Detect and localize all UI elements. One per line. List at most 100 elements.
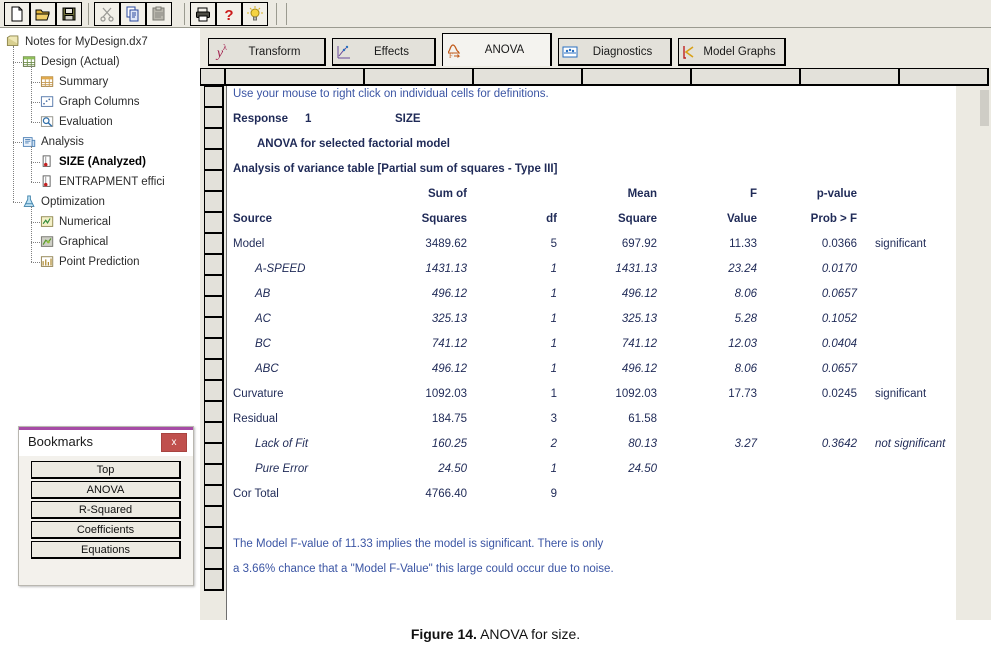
row-header-24[interactable]	[204, 569, 224, 591]
row-header-11[interactable]	[204, 296, 224, 318]
tree-trunk-level2-a	[31, 66, 32, 122]
row-header-12[interactable]	[204, 317, 224, 339]
response-line: Response1SIZE	[227, 113, 957, 138]
cell-mean-square: 496.12	[622, 288, 657, 300]
cell-mean-square: 496.12	[622, 363, 657, 375]
help-question-icon[interactable]: ?	[216, 2, 242, 26]
table-row[interactable]: Lack of Fit160.25280.133.270.3642not sig…	[227, 438, 957, 463]
bookmark-r-squared[interactable]: R-Squared	[31, 501, 181, 519]
row-header-13[interactable]	[204, 338, 224, 360]
bookmark-equations[interactable]: Equations	[31, 541, 181, 559]
tip-lightbulb-icon[interactable]	[242, 2, 268, 26]
table-row[interactable]: Residual184.75361.58	[227, 413, 957, 438]
anova-subtitle: ANOVA for selected factorial model	[227, 138, 957, 163]
table-row[interactable]: Curvature1092.0311092.0317.730.0245signi…	[227, 388, 957, 413]
save-disk-icon[interactable]	[56, 2, 82, 26]
table-row[interactable]: Cor Total4766.409	[227, 488, 957, 513]
row-header-14[interactable]	[204, 359, 224, 381]
table-row[interactable]: AC325.131325.135.280.1052	[227, 313, 957, 338]
analysis-tabs: yλTransformEffectsFANOVADiagnosticsModel…	[200, 28, 991, 70]
tree-root-node[interactable]: Notes for MyDesign.dx7	[6, 32, 148, 52]
scrollbar-thumb[interactable]	[980, 90, 989, 126]
column-header-6[interactable]	[691, 68, 801, 86]
column-header-2[interactable]	[225, 68, 365, 86]
copy-icon[interactable]	[120, 2, 146, 26]
graphical-icon	[40, 235, 55, 249]
row-header-1[interactable]	[204, 86, 224, 108]
vertical-scrollbar[interactable]	[977, 86, 991, 620]
bookmark-top[interactable]: Top	[31, 461, 181, 479]
bookmark-coefficients[interactable]: Coefficients	[31, 521, 181, 539]
bookmark-anova[interactable]: ANOVA	[31, 481, 181, 499]
table-row[interactable]: A-SPEED1431.1311431.1323.240.0170	[227, 263, 957, 288]
column-header-8[interactable]	[899, 68, 989, 86]
row-header-10[interactable]	[204, 275, 224, 297]
cell-df: 2	[551, 438, 557, 450]
graph-columns-icon	[40, 95, 55, 109]
print-icon[interactable]	[190, 2, 216, 26]
svg-text:?: ?	[224, 7, 233, 22]
row-header-20[interactable]	[204, 485, 224, 507]
table-row[interactable]: AB496.121496.128.060.0657	[227, 288, 957, 313]
table-row[interactable]: Model3489.625697.9211.330.0366significan…	[227, 238, 957, 263]
column-header-4[interactable]	[473, 68, 583, 86]
diagnostics-plot-icon	[559, 44, 581, 60]
row-header-7[interactable]	[204, 212, 224, 234]
column-header-5[interactable]	[582, 68, 692, 86]
tree-item-point-prediction[interactable]: Point Prediction	[40, 252, 140, 272]
row-header-column[interactable]	[204, 86, 224, 620]
tree-item-evaluation[interactable]: Evaluation	[40, 112, 113, 132]
tree-item-design-actual[interactable]: Design (Actual)	[22, 52, 120, 72]
cell-p-value: 0.0404	[822, 338, 857, 350]
row-header-9[interactable]	[204, 254, 224, 276]
paste-icon[interactable]	[146, 2, 172, 26]
cut-scissors-icon[interactable]	[94, 2, 120, 26]
tree-item-entrapment-effici[interactable]: ENTRAPMENT effici	[40, 172, 165, 192]
tree-branch-level2-c	[31, 242, 40, 243]
tab-diagnostics[interactable]: Diagnostics	[558, 38, 672, 66]
tree-branch-level2-c	[31, 222, 40, 223]
tree-branch-level1	[13, 62, 22, 63]
tab-transform[interactable]: yλTransform	[208, 38, 326, 66]
row-header-3[interactable]	[204, 128, 224, 150]
cell-source: AC	[255, 313, 271, 325]
close-icon[interactable]: x	[161, 433, 187, 452]
tree-item-graphical[interactable]: Graphical	[40, 232, 108, 252]
new-file-icon[interactable]	[4, 2, 30, 26]
table-row[interactable]: ABC496.121496.128.060.0657	[227, 363, 957, 388]
column-header-3[interactable]	[364, 68, 474, 86]
row-header-22[interactable]	[204, 527, 224, 549]
tab-effects[interactable]: Effects	[332, 38, 436, 66]
tree-item-size-analyzed[interactable]: SIZE (Analyzed)	[40, 152, 146, 172]
tree-item-summary[interactable]: Summary	[40, 72, 108, 92]
row-header-15[interactable]	[204, 380, 224, 402]
row-header-4[interactable]	[204, 149, 224, 171]
row-header-18[interactable]	[204, 443, 224, 465]
tree-branch-level2-b	[31, 162, 40, 163]
column-header-7[interactable]	[800, 68, 900, 86]
magnifier-icon	[40, 115, 55, 129]
tree-branch-level2-a	[31, 122, 40, 123]
row-header-16[interactable]	[204, 401, 224, 423]
tree-item-optimization[interactable]: Optimization	[22, 192, 105, 212]
tree-item-numerical[interactable]: Numerical	[40, 212, 111, 232]
row-header-19[interactable]	[204, 464, 224, 486]
tree-item-graph-columns[interactable]: Graph Columns	[40, 92, 140, 112]
row-header-2[interactable]	[204, 107, 224, 129]
table-row[interactable]: Pure Error24.50124.50	[227, 463, 957, 488]
column-header-1[interactable]	[200, 68, 226, 86]
row-header-21[interactable]	[204, 506, 224, 528]
row-header-5[interactable]	[204, 170, 224, 192]
row-header-8[interactable]	[204, 233, 224, 255]
cell-source: BC	[255, 338, 271, 350]
table-row[interactable]: BC741.121741.1212.030.0404	[227, 338, 957, 363]
row-header-23[interactable]	[204, 548, 224, 570]
anova-footer-line: a 3.66% chance that a "Model F-Value" th…	[227, 563, 957, 588]
row-header-17[interactable]	[204, 422, 224, 444]
tab-anova[interactable]: FANOVA	[442, 33, 552, 66]
row-header-6[interactable]	[204, 191, 224, 213]
cell-df: 5	[551, 238, 557, 250]
cell-df: 1	[551, 463, 557, 475]
tab-model-graphs[interactable]: Model Graphs	[678, 38, 786, 66]
open-folder-icon[interactable]	[30, 2, 56, 26]
